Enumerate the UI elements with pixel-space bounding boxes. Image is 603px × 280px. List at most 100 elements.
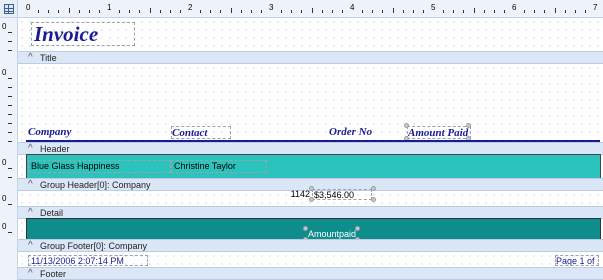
ruler-tick: [342, 10, 343, 13]
ruler-section-label: 0: [2, 194, 7, 203]
ruler-tick: [494, 10, 495, 13]
page-number-field[interactable]: Page 1 of 1: [555, 255, 599, 266]
amount-field[interactable]: $3,546.00: [312, 189, 372, 200]
ruler-tick: [8, 87, 12, 88]
ruler-tick: [8, 141, 12, 142]
ruler-tick: [48, 10, 49, 13]
title-textbox[interactable]: Invoice: [31, 22, 135, 46]
ruler-tick: [423, 10, 424, 13]
resize-handle[interactable]: [303, 226, 308, 231]
ruler-tick: [8, 50, 12, 51]
ruler-tick: [231, 8, 232, 13]
ruler-tick: [8, 105, 12, 106]
resize-handle[interactable]: [371, 197, 376, 202]
ruler-tick: [555, 8, 556, 13]
ruler-section-label: 0: [2, 22, 7, 31]
ruler-tick: [69, 8, 70, 13]
ruler-tick: [281, 10, 282, 13]
ruler-tick: [443, 10, 444, 13]
resize-handle[interactable]: [371, 186, 376, 191]
ruler-tick: [99, 10, 100, 13]
date-field[interactable]: 11/13/2006 2:07:14 PM: [28, 255, 148, 266]
ruler-tick: [463, 10, 464, 13]
collapse-caret-icon[interactable]: ^: [28, 207, 33, 218]
resize-handle[interactable]: [466, 123, 471, 128]
ruler-tick: [150, 8, 151, 13]
ruler-tick: [160, 10, 161, 13]
header-contact-label[interactable]: Contact: [171, 126, 231, 139]
ruler-tick: [220, 10, 221, 13]
ruler-tick: [484, 10, 485, 13]
ruler-tick: [291, 10, 292, 13]
ruler-tick: [8, 41, 12, 42]
resize-handle[interactable]: [309, 197, 314, 202]
grid-toggle-button[interactable]: [0, 0, 18, 18]
ruler-tick: [58, 10, 59, 13]
ruler-tick: [393, 8, 394, 13]
ruler-tick: [362, 10, 363, 13]
ruler-tick: [301, 10, 302, 13]
order-no-field[interactable]: 1142: [286, 189, 310, 200]
collapse-caret-icon[interactable]: ^: [28, 240, 33, 251]
ruler-inch-label: 3: [269, 3, 274, 12]
ruler-tick: [372, 10, 373, 13]
ruler-tick: [453, 10, 454, 13]
title-band[interactable]: ^ Title: [18, 51, 603, 64]
resize-handle[interactable]: [355, 226, 360, 231]
header-order-no-label[interactable]: Order No: [329, 126, 399, 139]
ruler-inch-label: 5: [431, 3, 436, 12]
ruler-section-label: 0: [2, 68, 7, 77]
collapse-caret-icon[interactable]: ^: [28, 52, 33, 63]
ruler-tick: [322, 10, 323, 13]
band-label: Group Footer[0]: Company: [40, 241, 148, 251]
ruler-tick: [8, 232, 12, 233]
ruler-tick: [474, 8, 475, 13]
ruler-tick: [261, 10, 262, 13]
footer-band[interactable]: ^ Footer: [18, 267, 603, 280]
ruler-tick: [251, 10, 252, 13]
band-label: Title: [40, 53, 57, 63]
resize-handle[interactable]: [309, 186, 314, 191]
band-label: Detail: [40, 208, 64, 218]
resize-handle[interactable]: [404, 123, 409, 128]
band-label: Header: [40, 144, 70, 154]
ruler-tick: [544, 10, 545, 13]
contact-field[interactable]: Christine Taylor: [171, 160, 267, 173]
ruler-tick: [129, 10, 130, 13]
ruler-tick: [8, 32, 12, 33]
ruler-tick: [139, 10, 140, 13]
ruler-tick: [210, 10, 211, 13]
ruler-tick: [241, 10, 242, 13]
ruler-inch-label: 7: [593, 3, 598, 12]
ruler-inch-label: 6: [512, 3, 517, 12]
ruler-tick: [200, 10, 201, 13]
ruler-tick: [8, 96, 12, 97]
ruler-tick: [8, 177, 12, 178]
band-label: Footer: [40, 269, 67, 279]
horizontal-ruler: 0 1 2 3 4 5 6 7: [18, 0, 603, 18]
vertical-ruler: 0 0 0 0 0: [0, 18, 18, 280]
ruler-section-label: 0: [2, 158, 7, 167]
ruler-tick: [8, 78, 12, 79]
company-field[interactable]: Blue Glass Happiness: [28, 160, 171, 173]
header-company-label[interactable]: Company: [28, 126, 108, 139]
ruler-tick: [8, 132, 12, 133]
collapse-caret-icon[interactable]: ^: [28, 268, 33, 279]
ruler-inch-label: 1: [107, 3, 112, 12]
ruler-tick: [575, 10, 576, 13]
group-footer-band[interactable]: ^ Group Footer[0]: Company: [18, 239, 603, 252]
ruler-inch-label: 4: [350, 3, 355, 12]
collapse-caret-icon[interactable]: ^: [28, 143, 33, 154]
ruler-tick: [524, 10, 525, 13]
header-amount-paid-label[interactable]: Amount Paid: [407, 126, 471, 139]
grid-icon: [4, 4, 14, 14]
band-label: Group Header[0]: Company: [40, 180, 151, 190]
ruler-tick: [8, 168, 12, 169]
collapse-caret-icon[interactable]: ^: [28, 179, 33, 190]
ruler-tick: [403, 10, 404, 13]
ruler-tick: [504, 10, 505, 13]
ruler-tick: [8, 123, 12, 124]
ruler-tick: [38, 10, 39, 13]
ruler-tick: [8, 114, 12, 115]
ruler-tick: [119, 10, 120, 13]
